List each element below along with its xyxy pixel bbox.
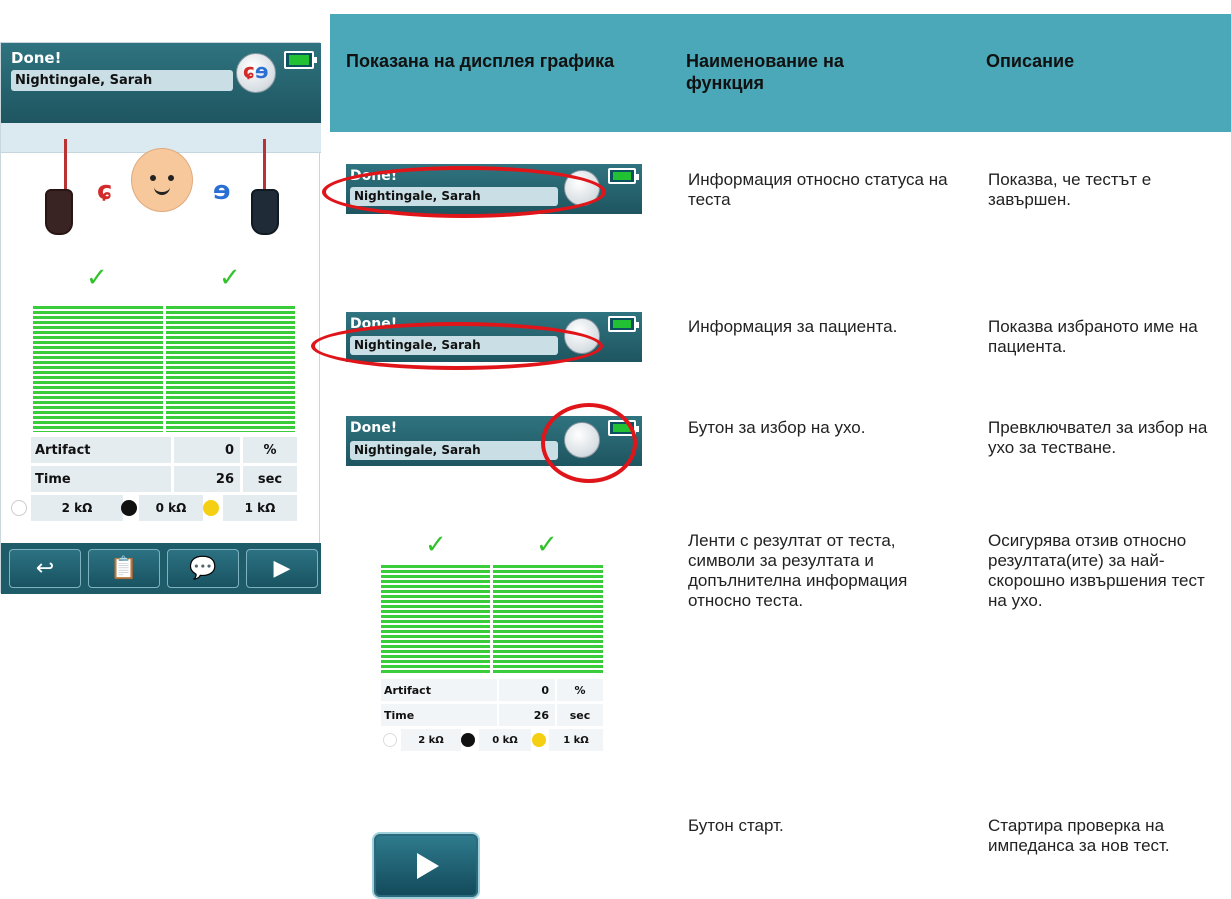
thumb-time-value: 26	[499, 704, 555, 726]
patient-name-field[interactable]: Nightingale, Sarah	[11, 70, 233, 91]
row1-function: Информация относно статуса на теста	[688, 170, 948, 209]
ear-select-button[interactable]: ɕ ɘ	[236, 53, 276, 93]
thumb-white-electrode-icon	[383, 733, 397, 747]
play-triangle-icon	[417, 853, 439, 879]
report-button[interactable]: 📋	[88, 549, 160, 588]
yellow-electrode-icon	[203, 500, 219, 516]
thumb2-battery-icon	[608, 316, 639, 332]
highlight-ring-patient	[311, 322, 603, 370]
thumb-time-unit: sec	[557, 704, 603, 726]
black-electrode-icon	[121, 500, 137, 516]
right-probe-cable	[64, 139, 67, 189]
comment-icon: 💬	[189, 556, 217, 581]
thumb-right-check-icon: ✓	[425, 530, 447, 560]
thumb3-patient-name: Nightingale, Sarah	[350, 441, 558, 460]
ear-blue-icon: ɘ	[255, 59, 269, 83]
right-ear-icon: ɕ	[97, 176, 113, 206]
thumb-artifact-value: 0	[499, 679, 555, 701]
time-label: Time	[31, 466, 171, 492]
imp-value-1: 2 kΩ	[31, 495, 123, 521]
left-pass-check-icon: ✓	[219, 263, 241, 293]
ear-red-icon: ɕ	[243, 59, 255, 83]
right-pass-check-icon: ✓	[86, 263, 108, 293]
thumb-yellow-electrode-icon	[532, 733, 546, 747]
row3-function: Бутон за избор на ухо.	[688, 418, 866, 437]
artifact-row: Artifact 0 %	[31, 437, 297, 463]
result-bars	[33, 306, 295, 432]
baby-icon	[131, 148, 193, 212]
imp-value-3: 1 kΩ	[223, 495, 297, 521]
thumb-right-bar	[381, 565, 490, 673]
device-screen: Done! Nightingale, Sarah ɕ ɘ ɕ ɘ ✓ ✓ Art…	[0, 42, 321, 594]
return-icon: ↩	[35, 556, 55, 581]
col-header-function: Наименование на функция	[686, 51, 844, 93]
time-row: Time 26 sec	[31, 466, 297, 492]
left-probe-cable	[263, 139, 266, 189]
white-electrode-icon	[11, 500, 27, 516]
start-button[interactable]: ▶	[246, 549, 318, 588]
highlight-ring-ear-button	[541, 403, 637, 483]
battery-icon	[284, 51, 317, 69]
row1-description: Показва, че тестът е завършен.	[988, 170, 1152, 209]
artifact-label: Artifact	[31, 437, 171, 463]
thumb-imp-3: 1 kΩ	[549, 729, 603, 751]
thumb-artifact-label: Artifact	[381, 679, 497, 701]
right-probe-icon	[45, 189, 73, 235]
clipboard-icon: 📋	[110, 556, 138, 581]
thumb-left-check-icon: ✓	[536, 530, 558, 560]
time-value: 26	[174, 466, 240, 492]
row3-description: Превключвател за избор на ухо за тестван…	[988, 418, 1208, 457]
time-unit: sec	[243, 466, 297, 492]
thumb-result-bars	[381, 565, 603, 673]
play-icon: ▶	[273, 556, 291, 581]
thumb3-status-title: Done!	[350, 420, 398, 436]
thumb-imp-2: 0 kΩ	[479, 729, 531, 751]
status-title: Done!	[11, 49, 62, 67]
return-button[interactable]: ↩	[9, 549, 81, 588]
row4-function: Ленти с резултат от теста, символи за ре…	[688, 531, 908, 610]
imp-white-cell	[5, 495, 31, 521]
table-header: Показана на дисплея графика Наименование…	[330, 14, 1231, 132]
impedance-row: 2 kΩ 0 kΩ 1 kΩ	[5, 495, 297, 521]
thumb-artifact-unit: %	[557, 679, 603, 701]
comment-button[interactable]: 💬	[167, 549, 239, 588]
device-status-bar: Done! Nightingale, Sarah ɕ ɘ	[1, 43, 321, 123]
row5-description: Стартира проверка на импеданса за нов те…	[988, 816, 1170, 855]
thumb-black-electrode-icon	[461, 733, 475, 747]
thumb-time-row: Time 26 sec	[381, 704, 603, 726]
imp-value-2: 0 kΩ	[139, 495, 203, 521]
row2-function: Информация за пациента.	[688, 317, 898, 336]
thumb-start-button	[372, 832, 480, 899]
test-info-table: Artifact 0 % Time 26 sec 2 kΩ 0 kΩ 1 kΩ	[5, 437, 297, 535]
artifact-value: 0	[174, 437, 240, 463]
thumb-impedance-row: 2 kΩ 0 kΩ 1 kΩ	[381, 729, 603, 751]
thumb-imp-1: 2 kΩ	[401, 729, 461, 751]
artifact-unit: %	[243, 437, 297, 463]
thumb-battery-icon	[608, 168, 639, 184]
col-header-description: Описание	[986, 51, 1075, 71]
highlight-ring-status	[322, 166, 606, 218]
thumb-left-bar	[493, 565, 603, 673]
left-ear-icon: ɘ	[213, 176, 231, 206]
row5-function: Бутон старт.	[688, 816, 784, 835]
left-probe-icon	[251, 189, 279, 235]
device-footer: ↩ 📋 💬 ▶	[1, 543, 321, 594]
col-header-graphic: Показана на дисплея графика	[346, 51, 615, 71]
right-result-bar	[33, 306, 163, 432]
row4-description: Осигурява отзив относно резултата(ите) з…	[988, 531, 1205, 610]
thumb-artifact-row: Artifact 0 %	[381, 679, 603, 701]
row2-description: Показва избраното име на пациента.	[988, 317, 1198, 356]
thumb-info-table: Artifact 0 % Time 26 sec 2 kΩ 0 kΩ 1 kΩ	[381, 679, 603, 759]
left-result-bar	[166, 306, 295, 432]
thumb-time-label: Time	[381, 704, 497, 726]
